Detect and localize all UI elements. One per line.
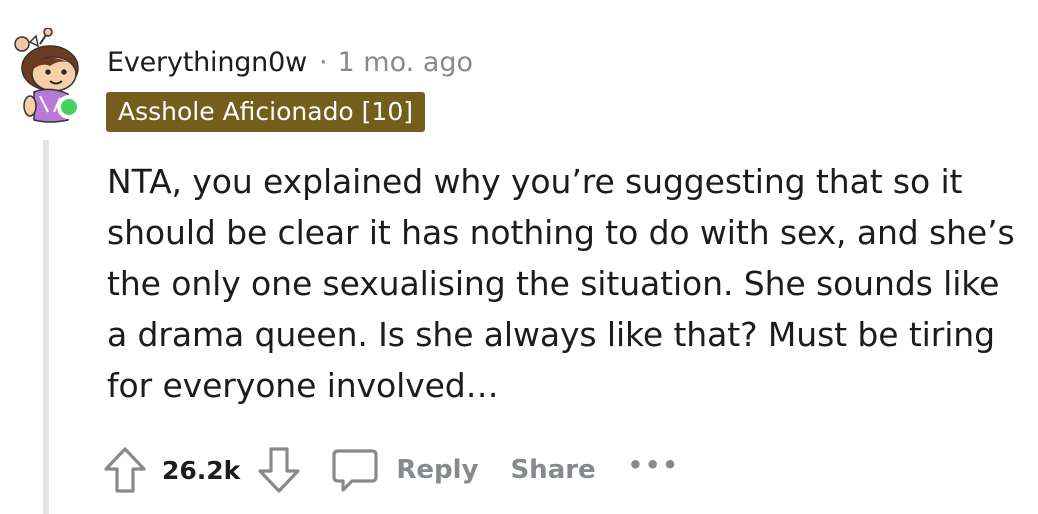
upvote-arrow-icon <box>104 447 146 493</box>
vote-count: 26.2k <box>162 455 241 485</box>
downvote-button[interactable] <box>256 445 302 495</box>
online-status-dot <box>57 95 81 119</box>
user-flair: Asshole Aficionado [10] <box>106 92 425 132</box>
comment-actions: 26.2k Reply Share ••• <box>102 440 680 500</box>
share-button[interactable]: Share <box>510 455 595 485</box>
thread-collapse-line[interactable] <box>43 140 49 514</box>
comment-body: NTA, you explained why you’re suggesting… <box>107 162 1015 405</box>
comment-bubble-icon <box>332 449 378 492</box>
more-options-button[interactable]: ••• <box>628 451 680 479</box>
reply-button[interactable]: Reply <box>330 446 478 494</box>
meta-separator: · <box>318 46 328 78</box>
comment-card: Everythingn0w · 1 mo. ago Asshole Aficio… <box>0 0 1038 514</box>
upvote-button[interactable] <box>102 445 148 495</box>
comment-meta: Everythingn0w · 1 mo. ago <box>107 42 473 82</box>
username-link[interactable]: Everythingn0w <box>107 47 307 78</box>
downvote-arrow-icon <box>258 447 300 493</box>
reply-label: Reply <box>396 455 479 485</box>
timestamp[interactable]: 1 mo. ago <box>338 47 473 78</box>
